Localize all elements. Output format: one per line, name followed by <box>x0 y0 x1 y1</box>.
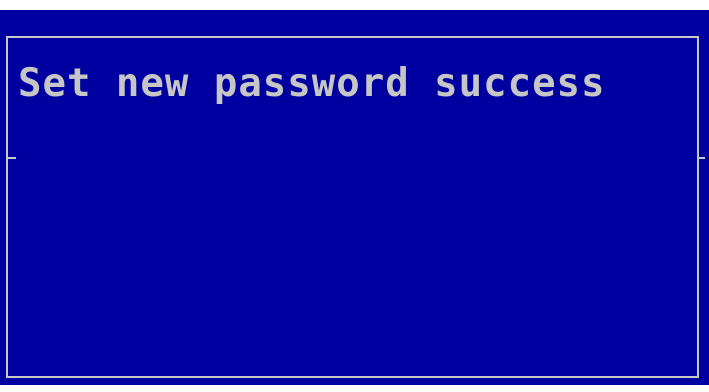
dialog-divider-left <box>8 157 16 159</box>
dialog-message: Set new password success <box>18 61 606 106</box>
dialog-divider-right <box>697 157 705 159</box>
